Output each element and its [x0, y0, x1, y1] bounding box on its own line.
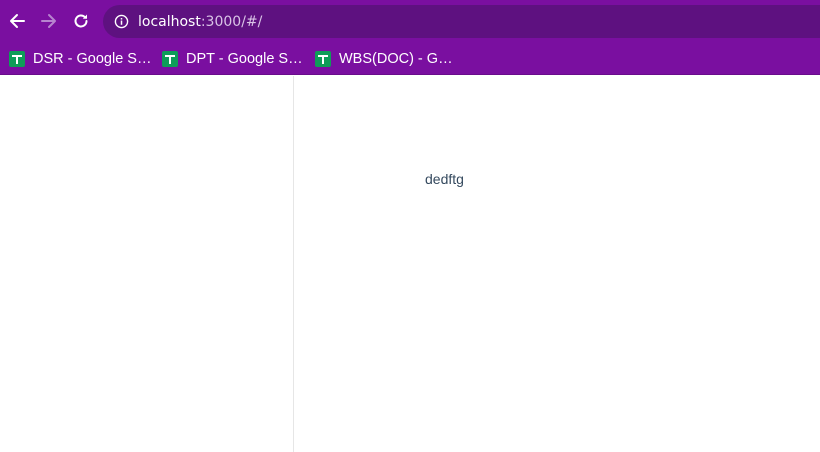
browser-toolbar: localhost:3000/#/ — [0, 0, 820, 42]
google-sheets-icon — [162, 51, 178, 67]
google-sheets-icon — [9, 51, 25, 67]
reload-button[interactable] — [68, 8, 94, 34]
reload-icon — [72, 12, 90, 30]
back-button[interactable] — [4, 8, 30, 34]
url-path: :3000/#/ — [200, 13, 263, 30]
sidebar — [0, 76, 294, 452]
arrow-left-icon — [8, 12, 26, 30]
page-content: dedftg — [0, 76, 820, 452]
bookmark-dpt[interactable]: DPT - Google S… — [162, 48, 303, 70]
bookmark-wbs[interactable]: WBS(DOC) - G… — [315, 48, 453, 70]
bookmark-label: WBS(DOC) - G… — [339, 51, 453, 67]
bookmark-label: DPT - Google S… — [186, 51, 303, 67]
url-host: localhost — [138, 13, 201, 30]
url-text: localhost:3000/#/ — [138, 14, 262, 30]
google-sheets-icon — [315, 51, 331, 67]
bookmark-dsr[interactable]: DSR - Google S… — [9, 48, 151, 70]
arrow-right-icon — [40, 12, 58, 30]
bookmarks-bar: DSR - Google S… DPT - Google S… WBS(DOC)… — [0, 42, 820, 75]
address-bar[interactable]: localhost:3000/#/ — [103, 5, 820, 38]
main-text: dedftg — [425, 171, 464, 187]
info-icon[interactable] — [113, 14, 129, 30]
bookmark-label: DSR - Google S… — [33, 51, 152, 67]
forward-button[interactable] — [36, 8, 62, 34]
